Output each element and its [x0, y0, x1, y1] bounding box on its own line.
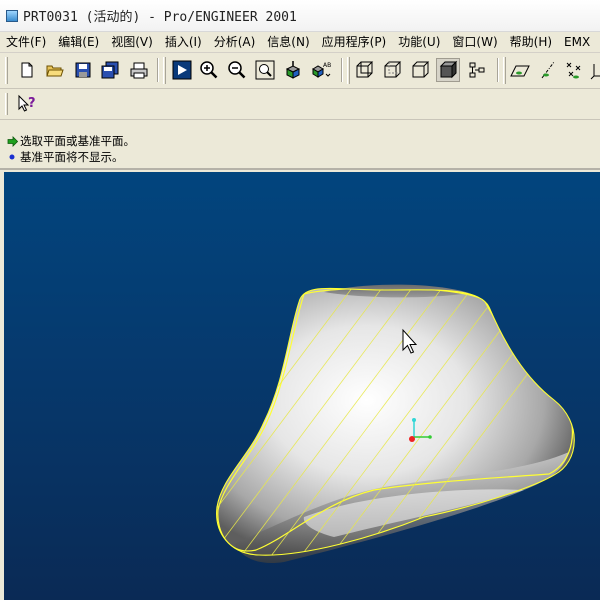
- svg-text:AB: AB: [323, 62, 331, 69]
- graphics-viewport[interactable]: [4, 172, 600, 600]
- toolbar-separator: [157, 58, 159, 82]
- title-bar: PRT0031 (活动的) - Pro/ENGINEER 2001: [0, 0, 600, 32]
- app-window-icon[interactable]: [6, 9, 18, 22]
- model-tree-icon[interactable]: [465, 58, 489, 82]
- menu-utilities[interactable]: 功能(U): [392, 32, 446, 52]
- info-message: 基准平面将不显示。: [6, 149, 124, 165]
- info-text: 基准平面将不显示。: [20, 150, 124, 164]
- save-icon[interactable]: [71, 58, 95, 82]
- refit-icon[interactable]: [253, 58, 277, 82]
- print-icon[interactable]: [127, 58, 151, 82]
- main-toolbar: AB: [0, 53, 600, 89]
- menu-file[interactable]: 文件(F): [0, 32, 52, 52]
- secondary-toolbar: ?: [0, 89, 600, 120]
- toolbar-grip[interactable]: [5, 93, 8, 115]
- saved-views-icon[interactable]: AB: [309, 58, 333, 82]
- hidden-line-icon[interactable]: [380, 58, 404, 82]
- toolbar-separator: [497, 58, 499, 82]
- open-folder-icon[interactable]: [43, 58, 67, 82]
- menu-analysis[interactable]: 分析(A): [208, 32, 262, 52]
- zoom-out-icon[interactable]: [225, 58, 249, 82]
- prompt-message: 选取平面或基准平面。: [6, 133, 135, 149]
- menu-emx[interactable]: EMX: [558, 32, 596, 52]
- part-model[interactable]: [124, 272, 600, 592]
- coordinate-system-icon[interactable]: [588, 58, 600, 82]
- menu-bar: 文件(F) 编辑(E) 视图(V) 插入(I) 分析(A) 信息(N) 应用程序…: [0, 32, 600, 53]
- prompt-text: 选取平面或基准平面。: [20, 134, 135, 148]
- toolbar-grip[interactable]: [503, 57, 506, 84]
- datum-point-icon[interactable]: [562, 58, 586, 82]
- menu-info[interactable]: 信息(N): [261, 32, 315, 52]
- new-file-icon[interactable]: [15, 58, 39, 82]
- datum-plane-icon[interactable]: [508, 58, 532, 82]
- no-hidden-icon[interactable]: [408, 58, 432, 82]
- menu-window[interactable]: 窗口(W): [446, 32, 503, 52]
- window-title: PRT0031 (活动的) - Pro/ENGINEER 2001: [23, 10, 297, 25]
- info-dot-icon: [6, 153, 18, 161]
- toolbar-grip[interactable]: [347, 57, 350, 84]
- menu-applications[interactable]: 应用程序(P): [316, 32, 393, 52]
- message-area: 选取平面或基准平面。 基准平面将不显示。: [0, 120, 600, 170]
- context-help-icon[interactable]: ?: [15, 92, 39, 116]
- repaint-icon[interactable]: [170, 58, 194, 82]
- toolbar-separator: [341, 58, 343, 82]
- toolbar-grip[interactable]: [163, 57, 166, 84]
- menu-view[interactable]: 视图(V): [105, 32, 159, 52]
- toolbar-grip[interactable]: [5, 57, 8, 84]
- wireframe-icon[interactable]: [352, 58, 376, 82]
- save-copy-icon[interactable]: [98, 58, 122, 82]
- menu-insert[interactable]: 插入(I): [159, 32, 208, 52]
- model-canvas[interactable]: [4, 172, 600, 600]
- prompt-arrow-icon: [6, 135, 18, 147]
- menu-edit[interactable]: 编辑(E): [52, 32, 105, 52]
- menu-help[interactable]: 帮助(H): [504, 32, 558, 52]
- orient-icon[interactable]: [281, 58, 305, 82]
- datum-axis-icon[interactable]: [536, 58, 560, 82]
- shading-icon[interactable]: [436, 58, 460, 82]
- zoom-in-icon[interactable]: [197, 58, 221, 82]
- svg-text:?: ?: [28, 96, 36, 111]
